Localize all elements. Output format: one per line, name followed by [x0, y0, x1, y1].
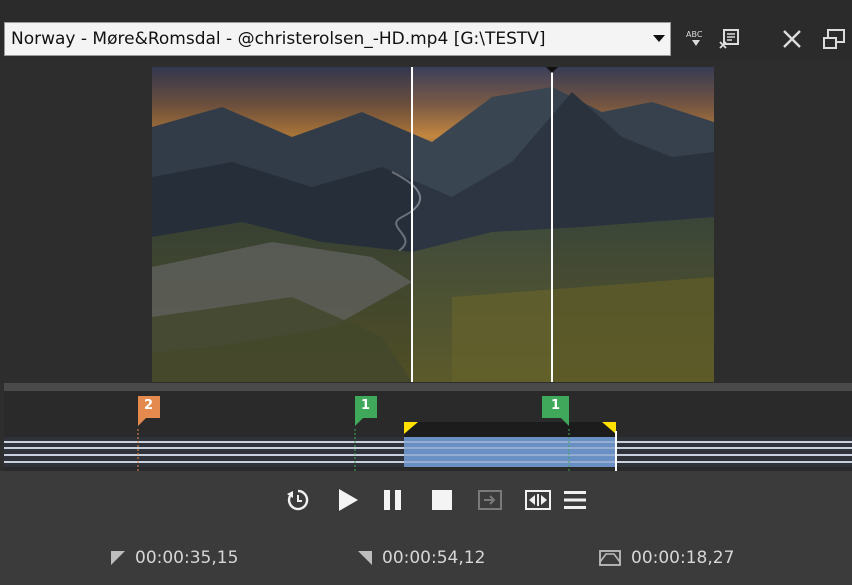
out-point-timecode: 00:00:54,12	[358, 548, 485, 568]
properties-icon[interactable]	[714, 22, 746, 56]
in-point-timecode: 00:00:35,15	[111, 548, 238, 568]
file-selector[interactable]: Norway - Møre&Romsdal - @christerolsen_-…	[4, 22, 671, 56]
next-frame-icon[interactable]	[475, 485, 505, 515]
stop-icon[interactable]	[428, 485, 456, 515]
marker-label: 1	[551, 398, 561, 413]
spellcheck-icon[interactable]: ABC	[680, 22, 712, 56]
timeline-marker[interactable]: 2	[138, 396, 162, 432]
marker-label: 2	[144, 398, 154, 413]
video-frame	[152, 67, 714, 382]
file-name: Norway - Møre&Romsdal - @christerolsen_-…	[11, 29, 546, 49]
out-point-icon	[358, 551, 372, 565]
marker-label: 1	[361, 398, 371, 413]
pause-icon[interactable]	[380, 485, 406, 515]
timeline-marker[interactable]: 1	[355, 396, 379, 432]
in-point-icon	[111, 551, 125, 565]
chevron-down-icon[interactable]	[648, 23, 670, 55]
close-icon[interactable]	[776, 22, 808, 56]
timeline-track[interactable]: 2 1 1	[4, 391, 852, 471]
scrub-bar[interactable]	[4, 383, 852, 391]
in-point-value: 00:00:35,15	[135, 548, 239, 568]
window-icon[interactable]	[818, 22, 850, 56]
fit-selection-icon[interactable]	[523, 485, 553, 515]
svg-text:ABC: ABC	[686, 30, 703, 39]
out-point-value: 00:00:54,12	[382, 548, 486, 568]
length-value: 00:00:18,27	[631, 548, 735, 568]
file-toolbar: Norway - Møre&Romsdal - @christerolsen_-…	[0, 0, 852, 60]
menu-icon[interactable]	[561, 485, 589, 515]
timeline-marker[interactable]: 1	[542, 396, 570, 432]
play-icon[interactable]	[335, 485, 361, 515]
length-icon	[599, 550, 621, 566]
loop-icon[interactable]	[283, 485, 313, 515]
length-timecode: 00:00:18,27	[599, 548, 734, 568]
